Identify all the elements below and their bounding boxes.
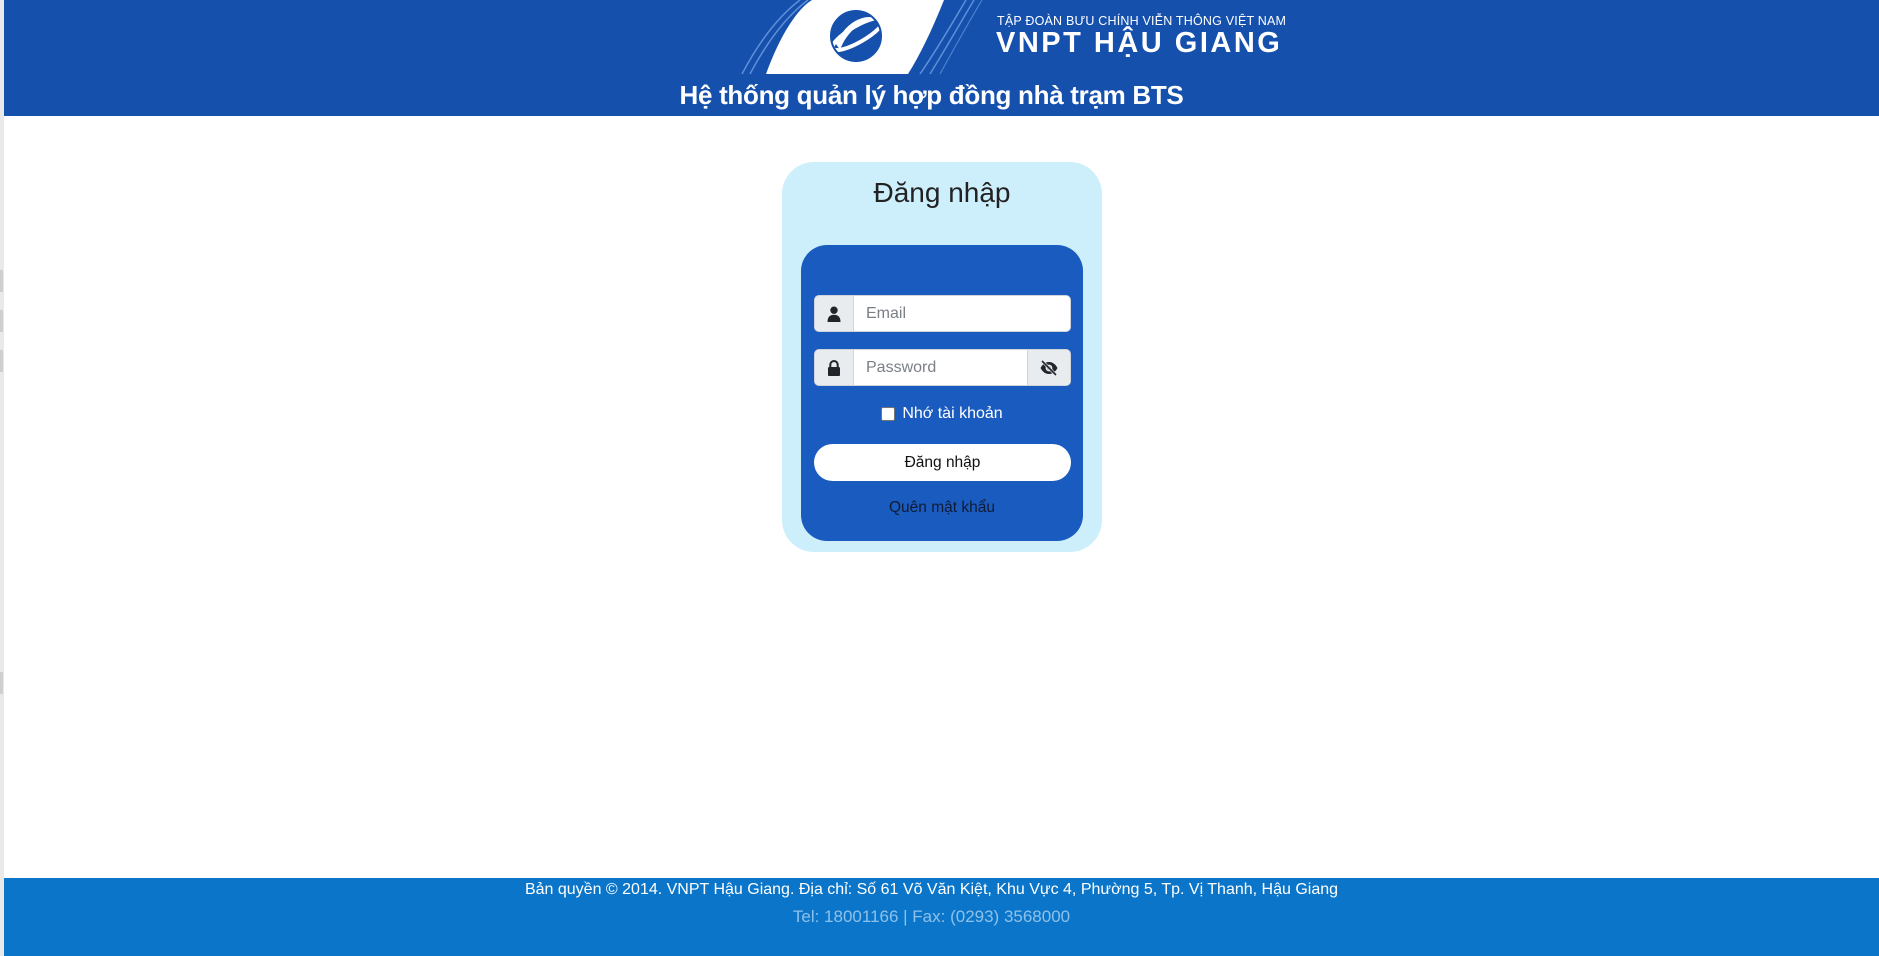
left-edge-strip <box>0 0 4 956</box>
remember-label[interactable]: Nhớ tài khoản <box>902 405 1002 423</box>
login-button[interactable]: Đăng nhập <box>814 444 1071 481</box>
brand-logo-area: TẬP ĐOÀN BƯU CHÍNH VIỄN THÔNG VIỆT NAM V… <box>740 0 1300 74</box>
email-input-group <box>814 295 1071 332</box>
password-input[interactable] <box>854 350 1027 385</box>
remember-checkbox[interactable] <box>881 407 896 421</box>
login-title: Đăng nhập <box>873 177 1011 208</box>
left-edge-marker <box>0 270 3 292</box>
header-banner: TẬP ĐOÀN BƯU CHÍNH VIỄN THÔNG VIỆT NAM V… <box>4 0 1879 116</box>
lock-icon <box>815 350 854 385</box>
user-icon <box>815 296 854 331</box>
brand-name: VNPT HẬU GIANG <box>996 27 1283 59</box>
remember-row: Nhớ tài khoản <box>801 405 1083 423</box>
login-card: Đăng nhập Email Nhớ tài khoản Đăng nhập … <box>782 162 1102 552</box>
footer: Bản quyền © 2014. VNPT Hậu Giang. Địa ch… <box>4 878 1879 956</box>
forgot-password-link[interactable]: Quên mật khẩu <box>801 499 1083 517</box>
left-edge-marker <box>0 350 3 372</box>
eye-slash-icon[interactable] <box>1027 350 1070 385</box>
email-input[interactable] <box>854 296 1070 331</box>
vnpt-logo-icon <box>741 0 983 74</box>
login-form: Nhớ tài khoản Đăng nhập Quên mật khẩu <box>801 245 1083 541</box>
footer-copyright: Bản quyền © 2014. VNPT Hậu Giang. Địa ch… <box>524 881 1339 898</box>
page: TẬP ĐOÀN BƯU CHÍNH VIỄN THÔNG VIỆT NAM V… <box>0 0 1879 956</box>
system-title: Hệ thống quản lý hợp đồng nhà trạm BTS <box>679 80 1184 110</box>
password-input-group <box>814 349 1071 386</box>
brand-subtitle: TẬP ĐOÀN BƯU CHÍNH VIỄN THÔNG VIỆT NAM <box>997 14 1287 28</box>
footer-contact: Tel: 18001166 | Fax: (0293) 3568000 <box>792 907 1071 926</box>
left-edge-marker <box>0 310 3 332</box>
left-edge-marker <box>0 672 3 694</box>
